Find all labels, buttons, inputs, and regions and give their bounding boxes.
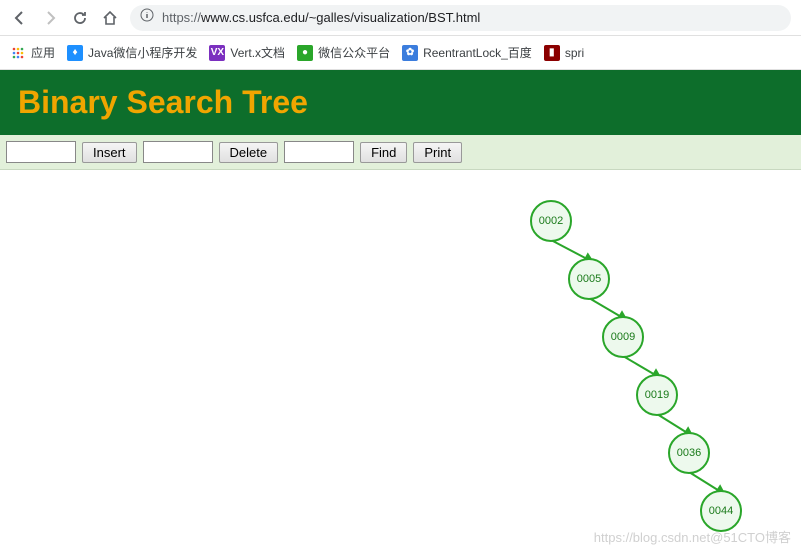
bookmarks-bar: 应用 ♦ Java微信小程序开发 VX Vert.x文档 ● 微信公众平台 ✿ Reentra… — [0, 36, 801, 70]
bookmark-item[interactable]: VX Vert.x文档 — [209, 44, 285, 61]
reload-button[interactable] — [70, 8, 90, 28]
bookmark-label: 微信公众平台 — [318, 44, 390, 61]
visualization-area: https://blog.csdn.net@51CTO博客 0002 0005 00… — [0, 170, 801, 550]
delete-input[interactable] — [143, 141, 213, 163]
tree-node: 0044 — [700, 490, 742, 532]
bookmark-item[interactable]: ▮ spri — [544, 45, 584, 61]
back-button[interactable] — [10, 8, 30, 28]
apps-button[interactable]: 应用 — [10, 44, 55, 61]
bookmark-label: ReentrantLock_百度 — [423, 44, 532, 61]
bookmark-icon: VX — [209, 45, 225, 61]
bookmark-label: Java微信小程序开发 — [88, 44, 197, 61]
find-input[interactable] — [284, 141, 354, 163]
find-button[interactable]: Find — [360, 142, 407, 163]
url-host-path: www.cs.usfca.edu/~galles/visualization/B… — [201, 10, 480, 25]
insert-input[interactable] — [6, 141, 76, 163]
home-button[interactable] — [100, 8, 120, 28]
bookmark-label: Vert.x文档 — [230, 44, 285, 61]
insert-button[interactable]: Insert — [82, 142, 137, 163]
tree-node: 0002 — [530, 200, 572, 242]
print-button[interactable]: Print — [413, 142, 462, 163]
info-icon — [140, 8, 154, 27]
bookmark-icon: ♦ — [67, 45, 83, 61]
bookmark-icon: ▮ — [544, 45, 560, 61]
bookmark-item[interactable]: ♦ Java微信小程序开发 — [67, 44, 197, 61]
tree-node: 0019 — [636, 374, 678, 416]
tree-node: 0036 — [668, 432, 710, 474]
bookmark-label: spri — [565, 46, 584, 60]
apps-label: 应用 — [31, 44, 55, 61]
forward-button[interactable] — [40, 8, 60, 28]
page-header: Binary Search Tree — [0, 70, 801, 135]
tree-node: 0005 — [568, 258, 610, 300]
bookmark-icon: ● — [297, 45, 313, 61]
watermark-text: https://blog.csdn.net@51CTO博客 — [594, 527, 791, 546]
url-bar[interactable]: https://www.cs.usfca.edu/~galles/visuali… — [130, 5, 791, 31]
browser-toolbar: https://www.cs.usfca.edu/~galles/visuali… — [0, 0, 801, 36]
delete-button[interactable]: Delete — [219, 142, 279, 163]
url-text: https://www.cs.usfca.edu/~galles/visuali… — [162, 10, 781, 25]
bookmark-item[interactable]: ● 微信公众平台 — [297, 44, 390, 61]
url-scheme: https:// — [162, 10, 201, 25]
apps-icon — [10, 45, 26, 61]
page-title: Binary Search Tree — [18, 84, 783, 121]
bookmark-icon: ✿ — [402, 45, 418, 61]
controls-bar: Insert Delete Find Print — [0, 135, 801, 170]
bookmark-item[interactable]: ✿ ReentrantLock_百度 — [402, 44, 532, 61]
tree-node: 0009 — [602, 316, 644, 358]
